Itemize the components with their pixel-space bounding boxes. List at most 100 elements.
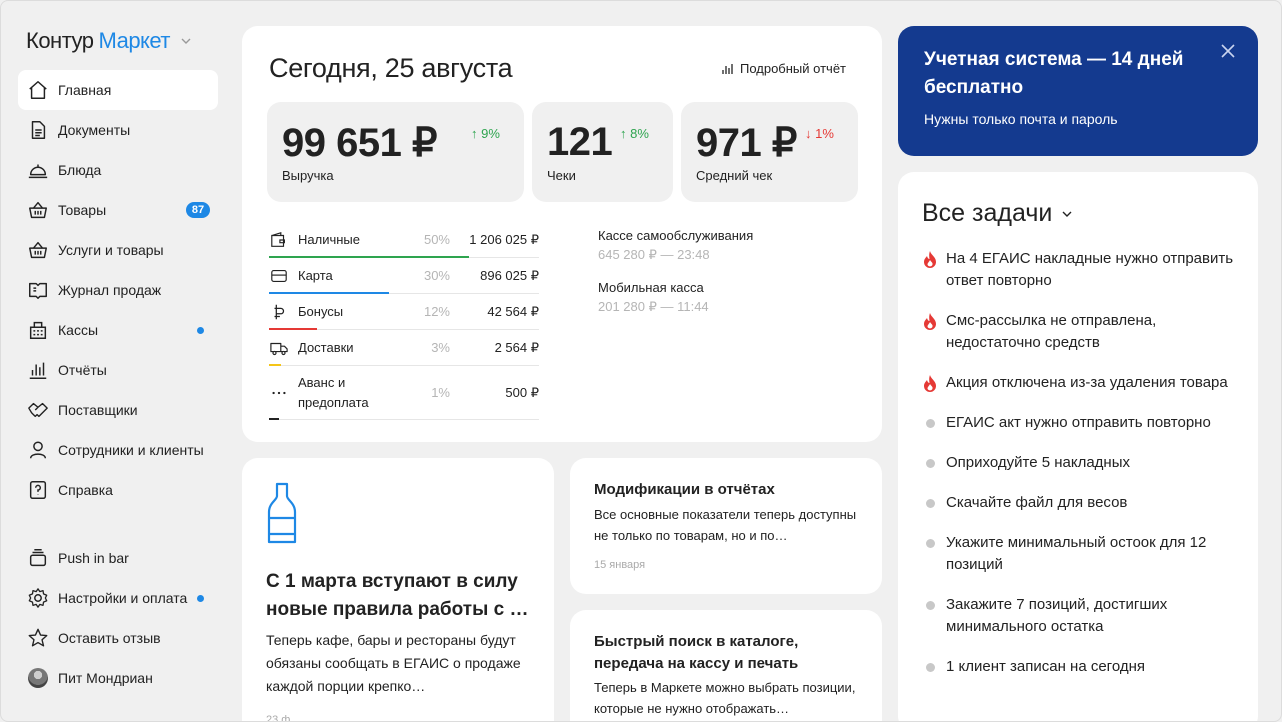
payment-percent: 12% xyxy=(423,304,450,319)
stat-label: Выручка xyxy=(282,168,334,183)
task-text: Укажите минимальный остоок для 12 позици… xyxy=(946,534,1207,573)
sidebar-item-sales-journal[interactable]: Журнал продаж xyxy=(18,270,218,310)
stat-receipts[interactable]: 121 ↑ 8% Чеки xyxy=(532,102,673,202)
register-self-service[interactable]: Кассе самообслуживания 645 280 ₽ — 23:48 xyxy=(598,228,753,263)
payment-sum: 500 ₽ xyxy=(505,384,539,400)
news-title: Быстрый поиск в каталоге, передача на ка… xyxy=(594,633,799,672)
register-name: Мобильная касса xyxy=(598,280,704,295)
sidebar-item-label: Документы xyxy=(58,122,131,138)
sidebar-item-goods[interactable]: Товары 87 xyxy=(18,190,218,230)
sidebar-item-push-in-bar[interactable]: Push in bar xyxy=(18,538,218,578)
payment-sum: 1 206 025 ₽ xyxy=(469,231,539,247)
task-item[interactable]: Акция отключена из-за удаления товара xyxy=(922,372,1242,394)
sidebar-item-label: Push in bar xyxy=(58,550,129,566)
task-item[interactable]: Смс-рассылка не отправлена, недостаточно… xyxy=(922,310,1242,354)
notification-dot xyxy=(197,595,204,602)
sidebar-item-label: Блюда xyxy=(58,162,102,178)
sidebar-item-profile[interactable]: Пит Мондриан xyxy=(18,658,218,698)
task-text: На 4 ЕГАИС накладные нужно отправить отв… xyxy=(946,250,1234,289)
stat-value: 121 xyxy=(547,120,613,164)
sidebar-bottom-nav: Push in bar Настройки и оплата Оставить … xyxy=(18,538,218,698)
stat-label: Средний чек xyxy=(696,168,773,183)
truck-icon xyxy=(269,338,289,358)
sidebar-item-cash-registers[interactable]: Кассы xyxy=(18,310,218,350)
register-detail: 201 280 ₽ — 11:44 xyxy=(598,299,709,314)
close-icon[interactable] xyxy=(1220,43,1236,59)
stat-value: 99 651 ₽ xyxy=(282,121,437,165)
payment-methods-table: Наличные 50% 1 206 025 ₽ Карта 30% 896 0… xyxy=(269,222,539,420)
home-icon xyxy=(26,78,50,102)
chevron-down-icon xyxy=(181,38,191,44)
task-item[interactable]: ЕГАИС акт нужно отправить повторно xyxy=(922,412,1242,434)
payment-name: Бонусы xyxy=(298,303,344,319)
news-card[interactable]: Модификации в отчётах Все основные показ… xyxy=(570,458,882,594)
detailed-report-label: Подробный отчёт xyxy=(739,61,846,76)
sidebar-item-services[interactable]: Услуги и товары xyxy=(18,230,218,270)
news-text: Теперь в Маркете можно выбрать позиции, … xyxy=(594,680,856,716)
bonus-icon xyxy=(269,302,289,322)
payment-row-bonuses[interactable]: Бонусы 12% 42 564 ₽ xyxy=(269,294,539,330)
bar-chart-icon xyxy=(26,358,50,382)
register-mobile[interactable]: Мобильная касса 201 280 ₽ — 11:44 xyxy=(598,280,709,315)
sidebar-item-staff-clients[interactable]: Сотрудники и клиенты xyxy=(18,430,218,470)
sidebar-item-label: Кассы xyxy=(58,322,99,338)
fire-icon xyxy=(922,248,946,270)
avatar xyxy=(28,668,48,688)
sidebar-item-feedback[interactable]: Оставить отзыв xyxy=(18,618,218,658)
task-text: Оприходуйте 5 накладных xyxy=(946,454,1130,471)
stack-icon xyxy=(26,546,50,570)
sidebar-item-suppliers[interactable]: Поставщики xyxy=(18,390,218,430)
status-dot-icon xyxy=(922,656,946,678)
sidebar-item-documents[interactable]: Документы xyxy=(18,110,218,150)
task-item[interactable]: Скачайте файл для весов xyxy=(922,492,1242,514)
payment-row-card[interactable]: Карта 30% 896 025 ₽ xyxy=(269,258,539,294)
task-item[interactable]: Оприходуйте 5 накладных xyxy=(922,452,1242,474)
payment-percent: 30% xyxy=(423,268,450,283)
brand-logo[interactable]: Контур Маркет xyxy=(26,28,192,54)
stat-value: 971 ₽ xyxy=(696,121,797,165)
sidebar-item-label: Сотрудники и клиенты xyxy=(58,442,204,458)
sidebar-item-dishes[interactable]: Блюда xyxy=(18,150,218,190)
gear-icon xyxy=(26,586,50,610)
page-title: Сегодня, 25 августа xyxy=(269,53,513,83)
news-card[interactable]: С 1 марта вступают в силу новые правила … xyxy=(242,458,554,722)
stat-revenue[interactable]: 99 651 ₽ ↑ 9% Выручка xyxy=(267,102,524,202)
status-dot-icon xyxy=(922,594,946,616)
detailed-report-link[interactable]: Подробный отчёт xyxy=(722,61,846,76)
payment-sum: 42 564 ₽ xyxy=(487,303,539,319)
payment-name: Карта xyxy=(298,267,333,283)
task-item[interactable]: 1 клиент записан на сегодня xyxy=(922,656,1242,678)
sidebar-item-help[interactable]: Справка xyxy=(18,470,218,510)
bar-chart-icon xyxy=(722,63,733,74)
news-date: 23 ф xyxy=(266,714,291,722)
task-item[interactable]: Укажите минимальный остоок для 12 позици… xyxy=(922,532,1242,576)
basket-icon xyxy=(26,198,50,222)
sidebar-item-reports[interactable]: Отчёты xyxy=(18,350,218,390)
stat-average-check[interactable]: 971 ₽ ↓ 1% Средний чек xyxy=(681,102,858,202)
sidebar-item-label: Отчёты xyxy=(58,362,107,378)
sidebar-item-label: Настройки и оплата xyxy=(58,590,188,606)
sidebar-item-settings[interactable]: Настройки и оплата xyxy=(18,578,218,618)
payment-row-cash[interactable]: Наличные 50% 1 206 025 ₽ xyxy=(269,222,539,258)
sidebar-item-label: Услуги и товары xyxy=(58,242,164,258)
stat-change: ↓ 1% xyxy=(805,126,834,141)
brand-part1: Контур xyxy=(26,28,94,53)
payment-row-advance[interactable]: Аванс и предоплата 1% 500 ₽ xyxy=(269,366,539,420)
task-item[interactable]: На 4 ЕГАИС накладные нужно отправить отв… xyxy=(922,248,1242,292)
news-title: С 1 марта вступают в силу новые правила … xyxy=(266,571,529,620)
payment-percent: 1% xyxy=(431,385,450,400)
task-item[interactable]: Закажите 7 позиций, достигших минимально… xyxy=(922,594,1242,638)
cloche-icon xyxy=(26,158,50,182)
payment-row-delivery[interactable]: Доставки 3% 2 564 ₽ xyxy=(269,330,539,366)
fire-icon xyxy=(922,310,946,332)
news-card[interactable]: Быстрый поиск в каталоге, передача на ка… xyxy=(570,610,882,721)
tasks-title[interactable]: Все задачи xyxy=(922,199,1073,228)
status-dot-icon xyxy=(922,492,946,514)
sidebar-item-home[interactable]: Главная xyxy=(18,70,218,110)
handshake-icon xyxy=(26,398,50,422)
tasks-title-label: Все задачи xyxy=(922,199,1053,227)
fire-icon xyxy=(922,372,946,394)
basket-icon xyxy=(26,238,50,262)
news-text: Все основные показатели теперь доступны … xyxy=(594,507,857,543)
promo-banner[interactable]: Учетная система — 14 дней бесплатно Нужн… xyxy=(898,26,1258,156)
